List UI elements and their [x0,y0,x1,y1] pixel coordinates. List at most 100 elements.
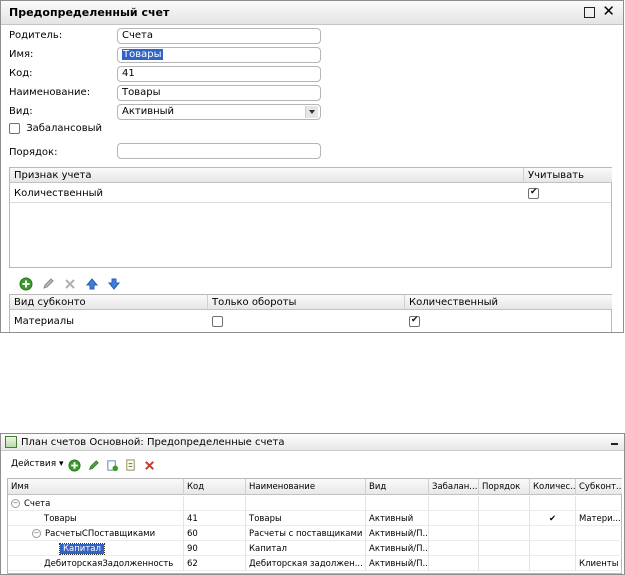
row-order[interactable] [479,556,530,571]
actions-menu[interactable]: Действия ▾ [11,459,64,469]
code-field[interactable]: 41 [117,66,321,82]
collapse-icon[interactable]: − [32,529,41,538]
attr-header-use[interactable]: Учитывать [524,168,612,183]
row-order[interactable] [479,526,530,541]
offbalance-checkbox[interactable] [9,123,20,134]
move-down-icon[interactable] [107,277,121,291]
turnover-checkbox[interactable] [212,316,223,327]
col-header-subconto[interactable]: Субконт... [576,479,622,495]
accounts-list[interactable]: Имя Код Наименование Вид Забалан... Поря… [7,478,622,574]
col-header-offbalance[interactable]: Забалан... [429,479,479,495]
offbalance-checkbox-wrap[interactable]: Забалансовый [9,123,102,135]
row-kind[interactable]: Активный/П... [366,541,429,556]
maximize-button[interactable] [584,7,595,18]
col-header-name[interactable]: Имя [8,479,184,495]
row-naming[interactable]: Товары [246,511,366,526]
row-naming[interactable]: Расчеты с поставщиками [246,526,366,541]
list-window-title: План счетов Основной: Предопределенные с… [21,437,285,448]
chevron-down-icon[interactable] [305,106,318,118]
row-kind[interactable]: Активный/П... [366,526,429,541]
offbalance-label: Забалансовый [26,123,102,134]
row-offbalance[interactable] [429,541,479,556]
subconto-row-turnover[interactable] [208,313,405,329]
delete-icon[interactable] [143,459,156,472]
col-header-kind[interactable]: Вид [366,479,429,495]
row-quantitative[interactable] [530,556,576,571]
row-subconto[interactable]: Клиенты [576,556,622,571]
attr-header-name[interactable]: Признак учета [10,168,524,183]
row-kind[interactable] [366,496,429,511]
row-naming[interactable]: Капитал [246,541,366,556]
row-order[interactable] [479,541,530,556]
add-icon[interactable] [19,277,33,291]
attr-row-use[interactable] [524,185,612,201]
edit-icon[interactable] [41,277,55,291]
row-order[interactable] [479,511,530,526]
row-subconto[interactable]: Матери... [576,511,622,526]
row-quantitative[interactable]: ✔ [530,511,576,526]
close-button[interactable]: ✕ [602,3,615,20]
subconto-row-quantitative[interactable] [405,313,612,329]
row-code[interactable]: 62 [184,556,246,571]
add-icon[interactable] [68,459,81,472]
row-naming[interactable] [246,496,366,511]
order-field[interactable] [117,143,321,159]
subconto-header-turnover[interactable]: Только обороты [208,295,405,310]
tree-row-root[interactable]: − Счета [8,496,184,511]
tree-row-goods[interactable]: Товары [8,511,184,526]
row-name: Товары [44,514,77,524]
name-field[interactable]: Товары [117,47,321,63]
attributes-table[interactable]: Признак учета Учитывать Количественный [9,167,612,268]
attr-use-checkbox[interactable] [528,187,539,199]
row-code[interactable]: 41 [184,511,246,526]
kind-select[interactable]: Активный [117,104,321,120]
col-header-quantitative[interactable]: Количес... [530,479,576,495]
tree-row-suppliers[interactable]: − РасчетыСПоставщиками [8,526,184,541]
subconto-table[interactable]: Вид субконто Только обороты Количественн… [9,294,612,332]
subconto-header-kind[interactable]: Вид субконто [10,295,208,310]
row-name: Капитал [59,543,105,555]
row-offbalance[interactable] [429,556,479,571]
kind-label: Вид: [9,106,33,117]
attr-row-name[interactable]: Количественный [10,185,524,201]
row-code[interactable]: 90 [184,541,246,556]
quantitative-checkbox[interactable] [409,315,420,327]
row-subconto[interactable] [576,541,622,556]
row-offbalance[interactable] [429,511,479,526]
col-header-code[interactable]: Код [184,479,246,495]
row-quantitative[interactable] [530,496,576,511]
predefined-account-dialog: Предопределенный счет ✕ Родитель: Счета … [0,0,624,333]
delete-icon[interactable] [63,277,77,291]
row-quantitative[interactable] [530,526,576,541]
window-icon [5,436,17,448]
naming-field[interactable]: Товары [117,85,321,101]
row-naming[interactable]: Дебиторская задолжен... [246,556,366,571]
subconto-header-quantitative[interactable]: Количественный [405,295,612,310]
row-offbalance[interactable] [429,526,479,541]
row-kind[interactable]: Активный [366,511,429,526]
row-kind[interactable]: Активный/П... [366,556,429,571]
subconto-row-kind[interactable]: Материалы [10,313,208,329]
row-code[interactable]: 60 [184,526,246,541]
move-up-icon[interactable] [85,277,99,291]
edit-icon[interactable] [87,459,100,472]
row-subconto[interactable] [576,496,622,511]
minimize-button[interactable] [611,443,618,445]
row-offbalance[interactable] [429,496,479,511]
parent-field[interactable]: Счета [117,28,321,44]
col-header-order[interactable]: Порядок [479,479,530,495]
collapse-icon[interactable]: − [11,499,20,508]
copy-icon[interactable] [106,459,119,472]
row-subconto[interactable] [576,526,622,541]
name-value: Товары [122,49,163,60]
tree-row-capital[interactable]: Капитал [8,541,184,556]
tree-row-receivables[interactable]: ДебиторскаяЗадолженность [8,556,184,571]
row-code[interactable] [184,496,246,511]
row-order[interactable] [479,496,530,511]
col-header-naming[interactable]: Наименование [246,479,366,495]
row-quantitative[interactable] [530,541,576,556]
kind-value: Активный [122,106,175,117]
document-icon[interactable] [124,459,137,472]
naming-value: Товары [122,87,161,98]
dialog-title: Предопределенный счет [9,6,170,19]
